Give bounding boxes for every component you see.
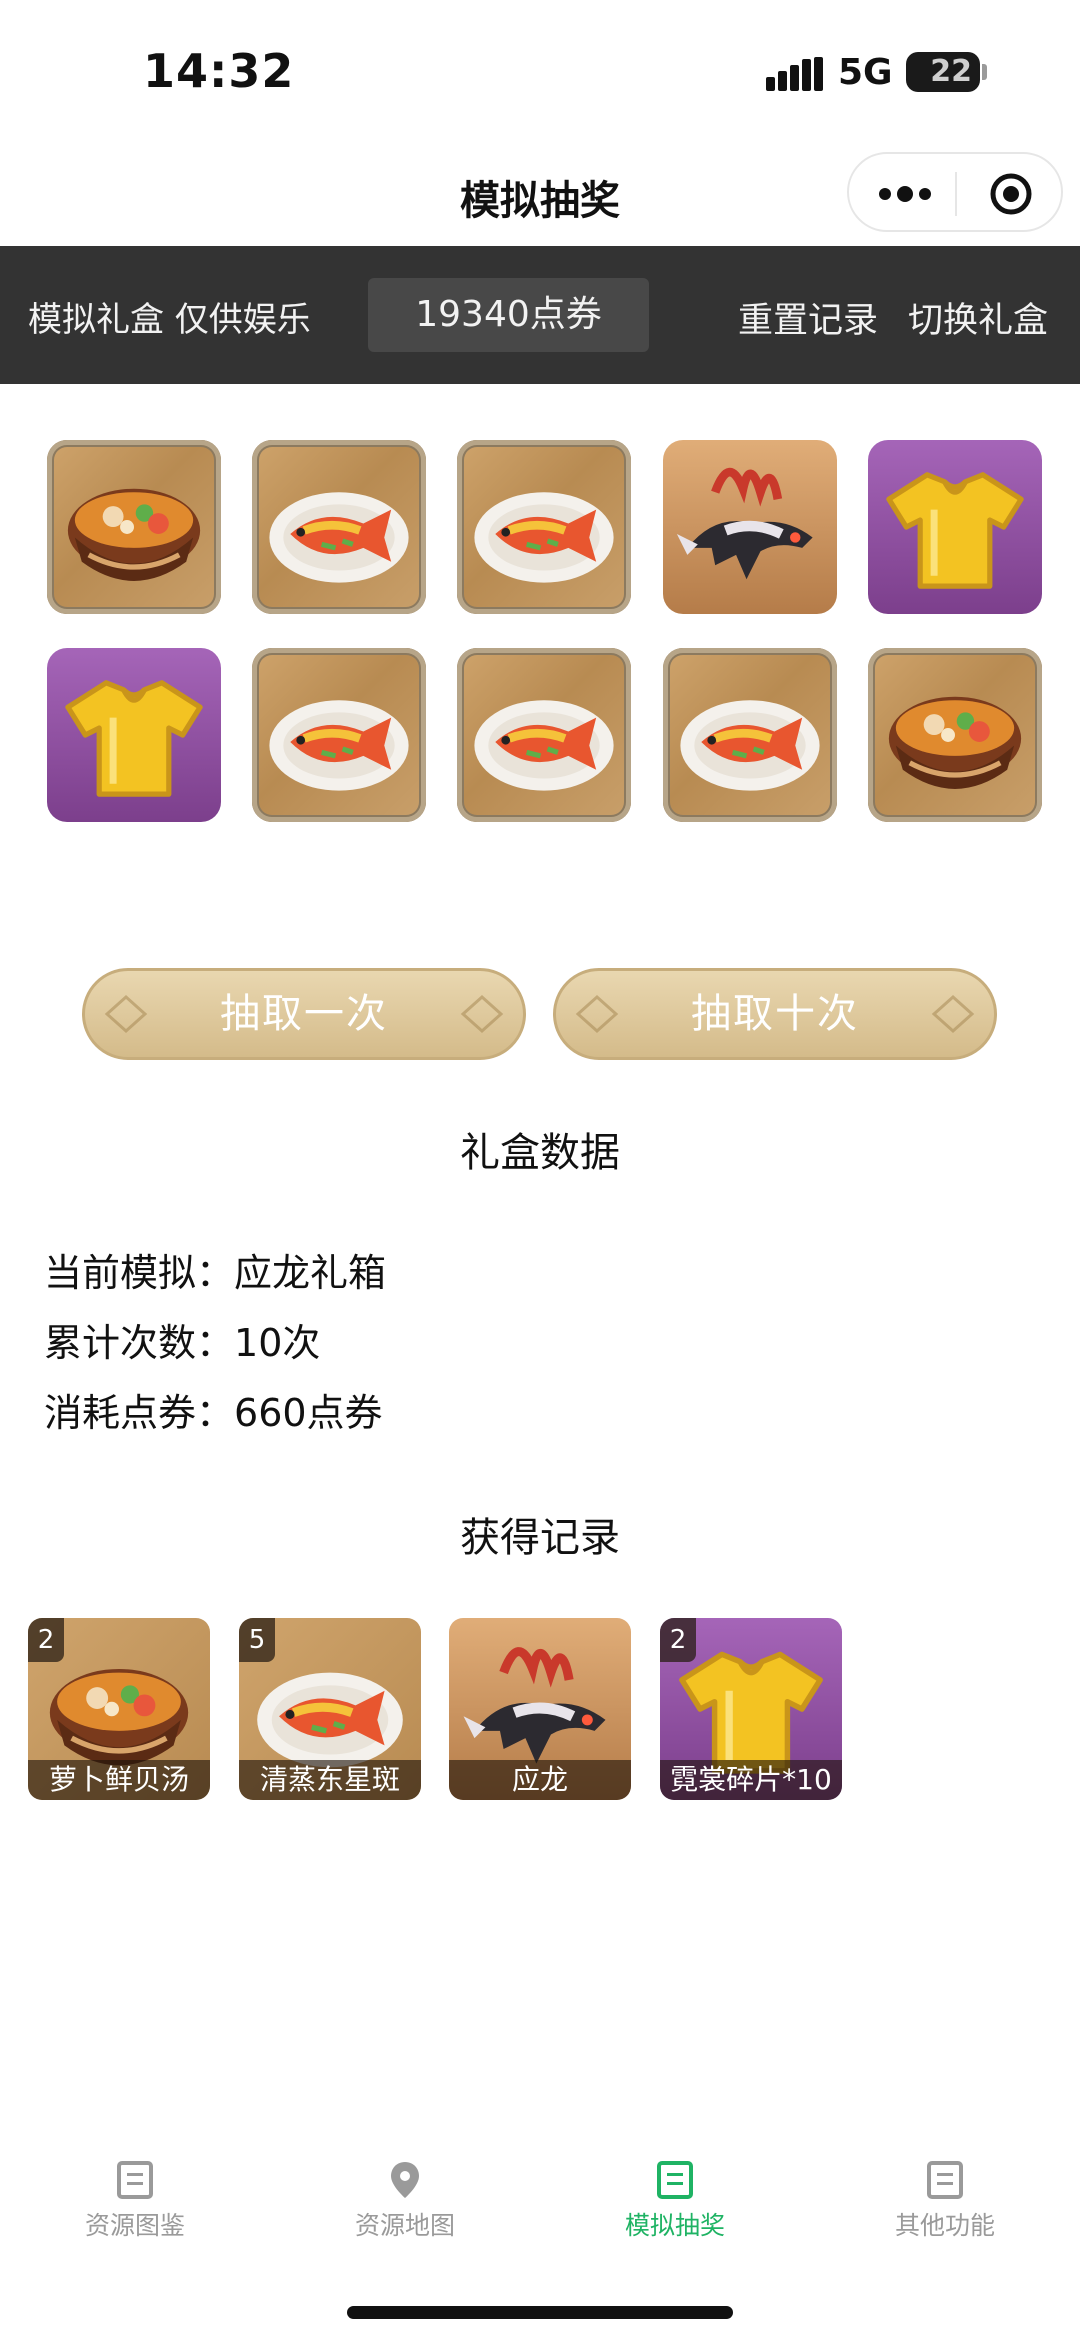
tab-bar: 资源图鉴 资源地图 模拟抽奖 其他功能 <box>0 2130 1080 2260</box>
toolbar-disclaimer: 模拟礼盒 仅供娱乐 <box>28 300 311 340</box>
fish-plate-icon <box>457 440 631 614</box>
ornament-icon <box>575 994 619 1034</box>
stat-count: 累计次数：10次 <box>44 1308 386 1378</box>
soup-bowl-icon <box>868 648 1042 822</box>
record-name: 萝卜鲜贝汤 <box>28 1760 210 1800</box>
stat-count-label: 累计次数： <box>44 1321 235 1365</box>
record-name: 应龙 <box>449 1760 631 1800</box>
reward-tile-fish-plate-icon <box>457 440 631 614</box>
reward-tile-dragon-mount-icon <box>663 440 837 614</box>
ornament-icon <box>104 994 148 1034</box>
draw-ten-label: 抽取十次 <box>691 991 859 1037</box>
catalog-icon <box>117 2161 153 2199</box>
more-icon[interactable] <box>877 184 933 204</box>
points-balance: 19340点券 <box>368 278 649 352</box>
record-item: 2 萝卜鲜贝汤 <box>28 1618 210 1800</box>
tab-more-label: 其他功能 <box>894 2211 995 2240</box>
stat-cost-label: 消耗点券： <box>44 1391 235 1435</box>
nav-header: 模拟抽奖 <box>0 140 1080 246</box>
tab-map-label: 资源地图 <box>354 2211 455 2240</box>
battery-level: 22 <box>930 54 972 89</box>
map-pin-icon <box>391 2162 419 2198</box>
lottery-icon <box>657 2161 693 2199</box>
capsule-divider <box>955 172 957 216</box>
record-name: 清蒸东星斑 <box>239 1760 421 1800</box>
tab-lottery-label: 模拟抽奖 <box>624 2211 725 2240</box>
stat-cost-value: 660点券 <box>234 1391 383 1435</box>
reward-tile-golden-shirt-icon <box>868 440 1042 614</box>
toolbar: 模拟礼盒 仅供娱乐 19340点券 重置记录 切换礼盒 <box>0 246 1080 384</box>
network-label: 5G <box>838 52 893 93</box>
tab-more[interactable]: 其他功能 <box>810 2130 1080 2260</box>
ornament-icon <box>460 994 504 1034</box>
reward-tile-fish-plate-icon <box>457 648 631 822</box>
reward-tile-soup-bowl-icon <box>47 440 221 614</box>
home-indicator <box>347 2306 733 2319</box>
switch-box-button[interactable]: 切换礼盒 <box>908 292 1048 343</box>
reward-tile-soup-bowl-icon <box>868 648 1042 822</box>
battery-cap <box>982 64 987 80</box>
reward-tile-fish-plate-icon <box>252 440 426 614</box>
mini-program-capsule <box>847 152 1063 232</box>
fish-plate-icon <box>663 648 837 822</box>
records-list: 2 萝卜鲜贝汤 5 清蒸东星斑 应龙 2 霓裳碎片*10 <box>28 1618 1052 1800</box>
fish-plate-icon <box>457 648 631 822</box>
status-time: 14:32 <box>143 44 295 98</box>
record-name: 霓裳碎片*10 <box>660 1760 842 1800</box>
golden-shirt-icon <box>868 440 1042 614</box>
record-count: 2 <box>28 1618 64 1662</box>
stat-current-value: 应龙礼箱 <box>234 1251 387 1295</box>
records-title: 获得记录 <box>460 1515 620 1561</box>
more-functions-icon <box>927 2161 963 2199</box>
record-item: 5 清蒸东星斑 <box>239 1618 421 1800</box>
stat-current-label: 当前模拟： <box>44 1251 235 1295</box>
draw-ten-button[interactable]: 抽取十次 <box>553 968 997 1060</box>
stat-cost: 消耗点券：660点券 <box>44 1378 386 1448</box>
dragon-mount-icon <box>663 440 837 614</box>
golden-shirt-icon <box>47 648 221 822</box>
status-bar: 14:32 5G 22 <box>0 0 1080 140</box>
fish-plate-icon <box>252 648 426 822</box>
reset-records-button[interactable]: 重置记录 <box>738 292 878 343</box>
signal-icon <box>766 57 823 91</box>
record-item: 2 霓裳碎片*10 <box>660 1618 842 1800</box>
stat-count-value: 10次 <box>234 1321 321 1365</box>
reward-grid <box>47 440 1043 824</box>
tab-map[interactable]: 资源地图 <box>270 2130 540 2260</box>
stats-title: 礼盒数据 <box>460 1130 620 1176</box>
battery-icon: 22 <box>906 52 980 92</box>
draw-once-label: 抽取一次 <box>220 991 388 1037</box>
ornament-icon <box>931 994 975 1034</box>
stat-current: 当前模拟：应龙礼箱 <box>44 1238 386 1308</box>
reward-tile-fish-plate-icon <box>252 648 426 822</box>
soup-bowl-icon <box>47 440 221 614</box>
tab-catalog[interactable]: 资源图鉴 <box>0 2130 270 2260</box>
reward-tile-golden-shirt-icon <box>47 648 221 822</box>
tab-lottery[interactable]: 模拟抽奖 <box>540 2130 810 2260</box>
record-count: 2 <box>660 1618 696 1662</box>
record-count: 5 <box>239 1618 275 1662</box>
fish-plate-icon <box>252 440 426 614</box>
tab-catalog-label: 资源图鉴 <box>84 2211 185 2240</box>
stats-block: 当前模拟：应龙礼箱 累计次数：10次 消耗点券：660点券 <box>44 1238 386 1448</box>
reward-tile-fish-plate-icon <box>663 648 837 822</box>
close-target-icon[interactable] <box>989 172 1033 216</box>
record-item: 应龙 <box>449 1618 631 1800</box>
draw-once-button[interactable]: 抽取一次 <box>82 968 526 1060</box>
